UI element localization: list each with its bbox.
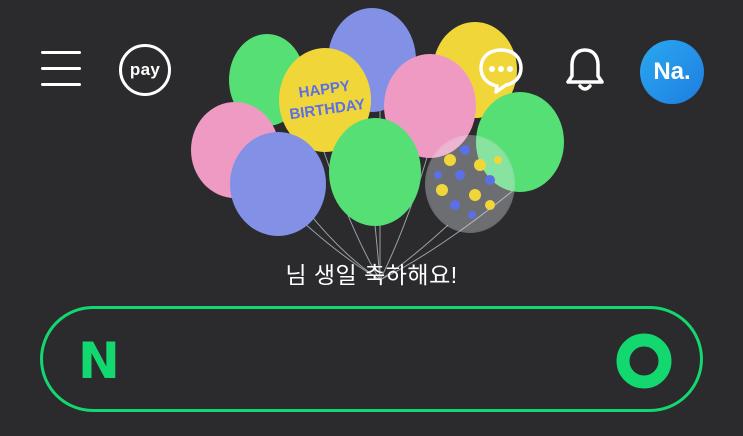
naver-n-logo[interactable]: N bbox=[78, 336, 128, 386]
chat-bubble-icon[interactable] bbox=[476, 44, 526, 94]
pay-button[interactable]: pay bbox=[119, 44, 171, 96]
notification-bell-icon[interactable] bbox=[560, 44, 610, 94]
green-o-search-icon[interactable] bbox=[616, 333, 672, 389]
avatar-label: Na. bbox=[653, 58, 691, 85]
search-input[interactable] bbox=[150, 330, 594, 392]
pay-label: pay bbox=[129, 60, 161, 79]
profile-avatar[interactable]: Na. bbox=[640, 40, 704, 104]
hamburger-menu-icon[interactable] bbox=[41, 51, 81, 87]
birthday-message: 님 생일 축하해요! bbox=[285, 262, 458, 288]
